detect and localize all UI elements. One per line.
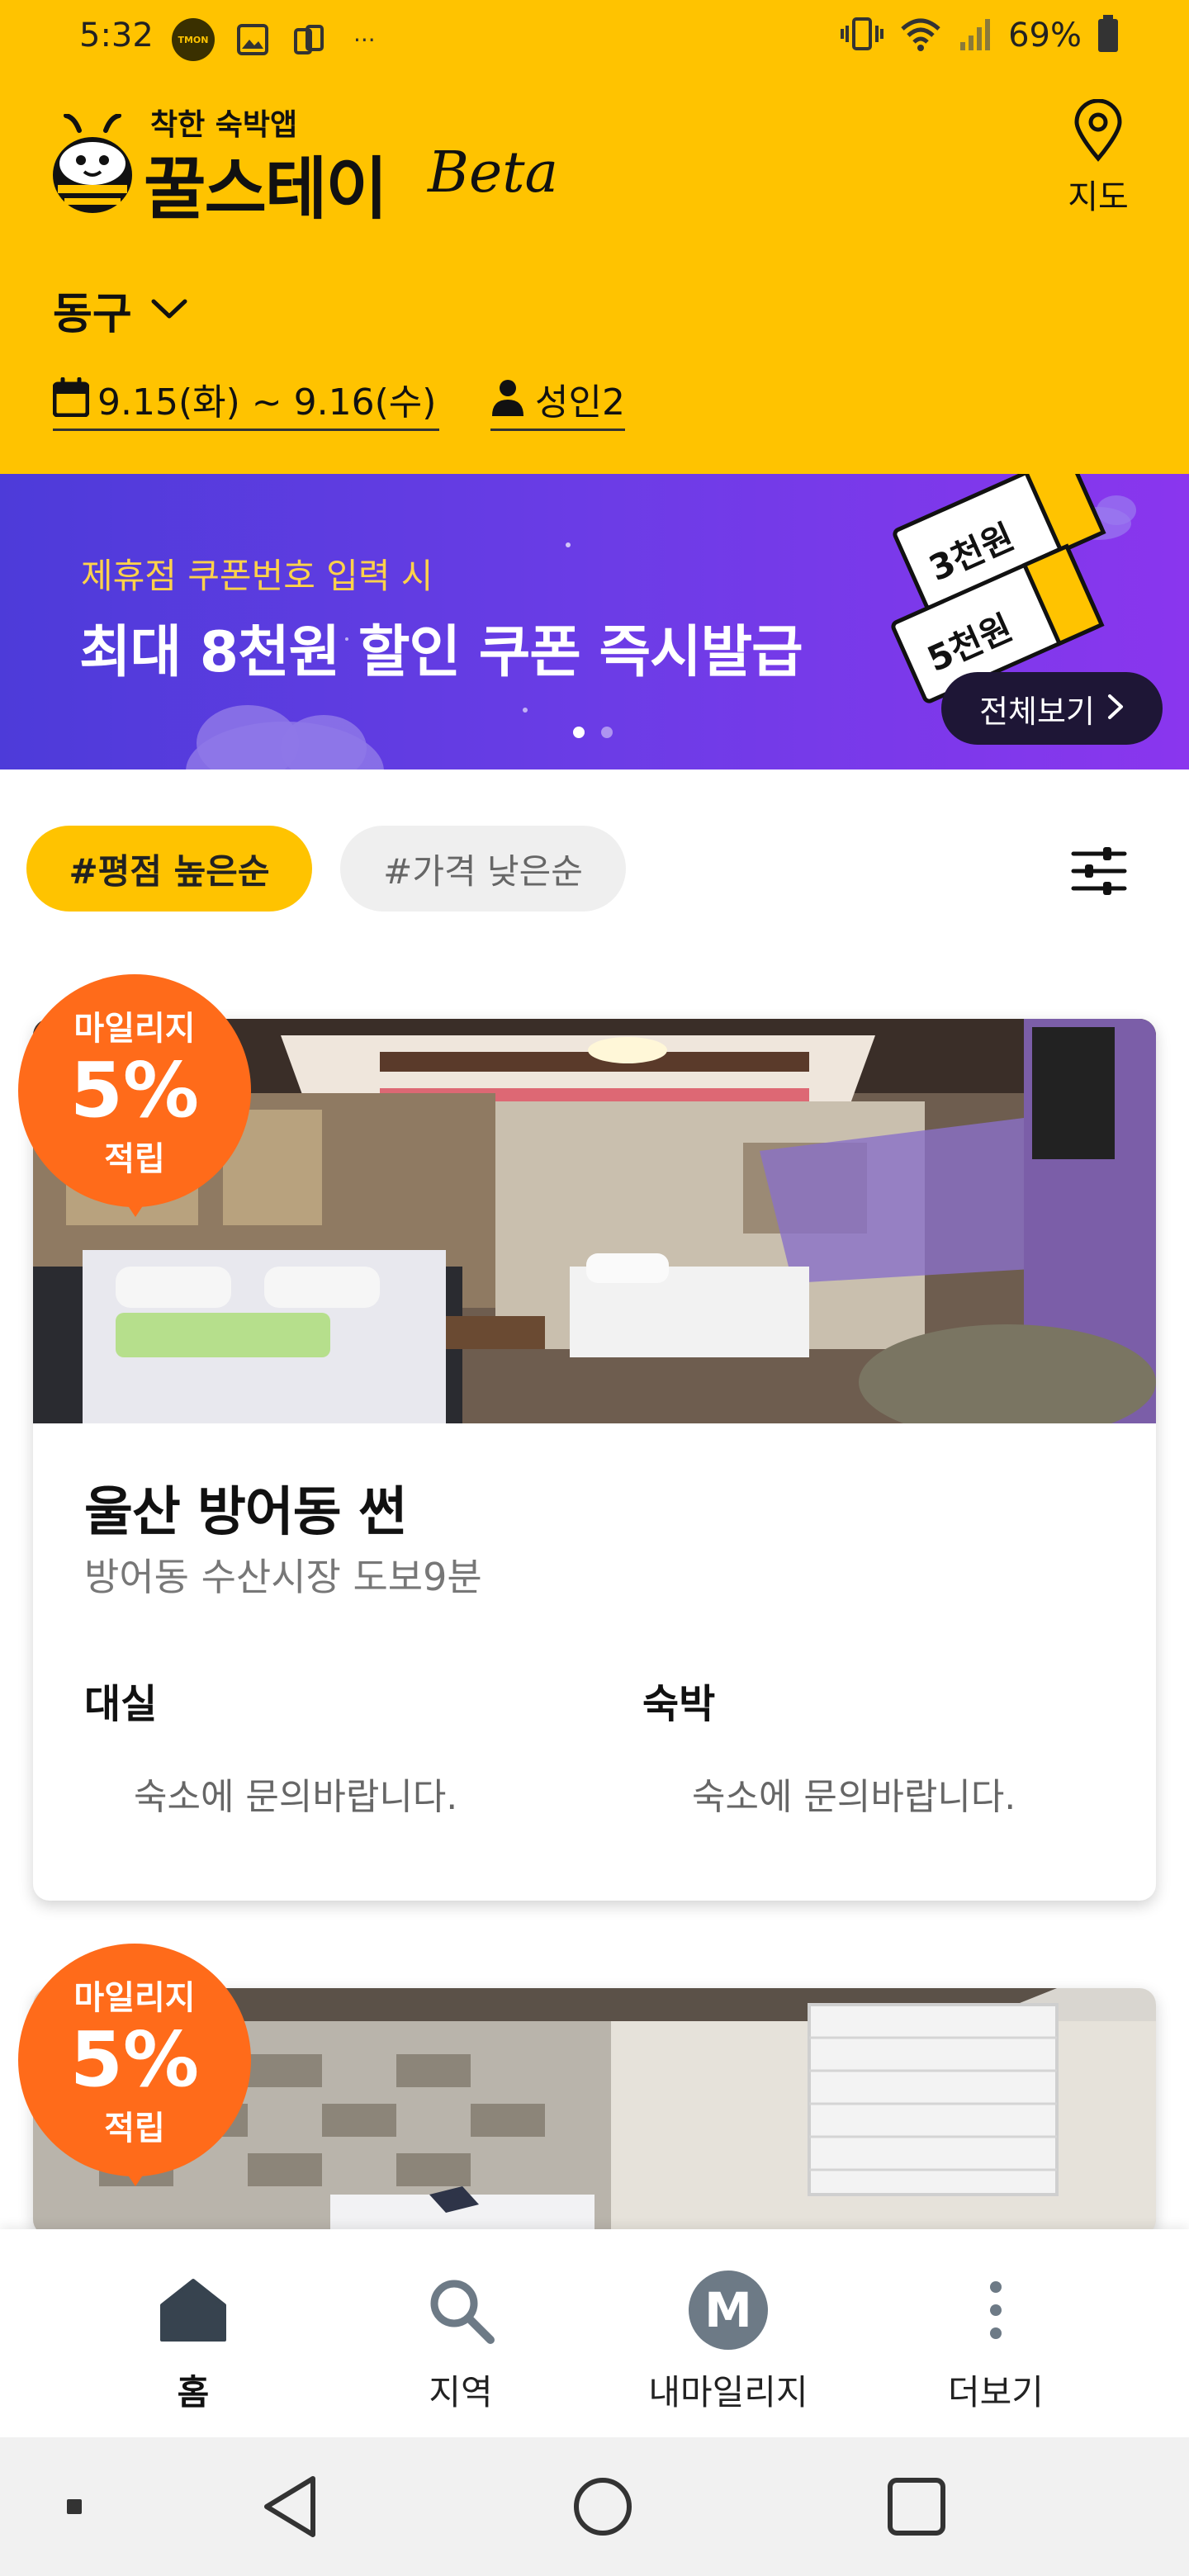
banner-title: 최대 8천원 할인 쿠폰 즉시발급 bbox=[79, 620, 803, 685]
mileage-badge-caption: 적립 bbox=[104, 1140, 165, 1178]
gallery-notification-icon bbox=[234, 21, 271, 58]
pagination-dot-active[interactable] bbox=[573, 727, 585, 738]
search-icon bbox=[419, 2269, 502, 2351]
sliders-icon bbox=[1070, 847, 1128, 903]
more-notifications-icon: ··· bbox=[353, 26, 376, 54]
sort-chip-rating[interactable]: #평점 높은순 bbox=[26, 826, 312, 912]
banner-pagination bbox=[573, 727, 613, 738]
battery-percent: 69% bbox=[1008, 17, 1082, 54]
view-all-label: 전체보기 bbox=[979, 693, 1095, 730]
nav-region[interactable]: 지역 bbox=[329, 2229, 593, 2437]
nav-more[interactable]: 더보기 bbox=[864, 2229, 1128, 2437]
mileage-badge: 마일리지 5% 적립 bbox=[18, 974, 251, 1222]
signal-icon bbox=[957, 16, 993, 55]
mileage-icon: M bbox=[687, 2269, 770, 2351]
mileage-badge-circle: 마일리지 5% 적립 bbox=[18, 1944, 251, 2176]
system-navigation-bar bbox=[0, 2437, 1189, 2576]
region-selector[interactable]: 동구 bbox=[53, 279, 188, 341]
header: 5:32 TMON ··· 69% 착한 숙박앱 꿀스테이 Beta 지도 동구… bbox=[0, 0, 1189, 474]
device-notification-icon bbox=[291, 21, 327, 58]
price-overnight: 숙박 숙소에 문의바랍니다. bbox=[642, 1671, 1154, 1820]
calendar-icon bbox=[52, 376, 90, 420]
nav-home-label: 홈 bbox=[177, 2372, 210, 2413]
listing-name: 울산 방어동 썬 bbox=[84, 1482, 407, 1543]
status-notification-icons: TMON ··· bbox=[172, 18, 376, 61]
tmon-notification-icon: TMON bbox=[172, 18, 215, 61]
home-icon bbox=[152, 2269, 234, 2351]
nav-region-label: 지역 bbox=[429, 2372, 493, 2413]
system-recents-dot-icon[interactable] bbox=[58, 2437, 91, 2576]
brand-beta: Beta bbox=[428, 140, 559, 206]
guest-count-text: 성인2 bbox=[535, 381, 625, 424]
wifi-icon bbox=[899, 16, 942, 55]
date-range-text: 9.15(화) ~ 9.16(수) bbox=[97, 381, 437, 424]
price-dayuse: 대실 숙소에 문의바랍니다. bbox=[84, 1671, 596, 1820]
system-back-icon[interactable] bbox=[248, 2437, 330, 2576]
map-label: 지도 bbox=[1068, 178, 1129, 216]
guest-count-button[interactable]: 성인2 bbox=[490, 368, 625, 431]
mileage-badge-circle: 마일리지 5% 적립 bbox=[18, 974, 251, 1207]
mileage-badge: 마일리지 5% 적립 bbox=[18, 1944, 251, 2191]
status-system-icons: 69% bbox=[840, 15, 1120, 56]
status-bar: 5:32 TMON ··· 69% bbox=[0, 0, 1189, 79]
listing-description: 방어동 수산시장 도보9분 bbox=[84, 1555, 482, 1599]
pagination-dot[interactable] bbox=[601, 727, 613, 738]
price-type-label: 숙박 bbox=[642, 1681, 716, 1727]
person-icon bbox=[490, 378, 525, 419]
mileage-badge-title: 마일리지 bbox=[73, 1979, 196, 2017]
sort-filter-row: #평점 높은순 #가격 낮은순 bbox=[0, 826, 1189, 916]
vibrate-icon bbox=[840, 16, 884, 55]
chevron-down-icon bbox=[150, 296, 188, 324]
sort-chip-price[interactable]: #가격 낮은순 bbox=[340, 826, 626, 912]
mileage-badge-caption: 적립 bbox=[104, 2110, 165, 2147]
system-home-icon[interactable] bbox=[561, 2437, 644, 2576]
price-note: 숙소에 문의바랍니다. bbox=[134, 1776, 458, 1818]
mileage-badge-percent: 5% bbox=[69, 2015, 200, 2104]
mileage-icon-glyph: M bbox=[704, 2282, 752, 2338]
price-type-label: 대실 bbox=[84, 1681, 158, 1727]
mileage-badge-title: 마일리지 bbox=[73, 1010, 196, 1048]
more-vertical-icon bbox=[955, 2269, 1037, 2351]
promo-banner[interactable]: 3천원 5천원 제휴점 쿠폰번호 입력 시 최대 8천원 할인 쿠폰 즉시발급 … bbox=[0, 474, 1189, 769]
brand-logo: 착한 숙박앱 꿀스테이 Beta bbox=[50, 99, 578, 231]
status-time: 5:32 bbox=[79, 17, 154, 54]
region-label: 동구 bbox=[53, 290, 132, 339]
chevron-right-icon bbox=[1106, 693, 1125, 724]
price-note: 숙소에 문의바랍니다. bbox=[692, 1776, 1016, 1818]
system-overview-icon[interactable] bbox=[875, 2437, 958, 2576]
nav-my-mileage[interactable]: M 내마일리지 bbox=[596, 2229, 860, 2437]
bottom-navigation: 홈 지역 M 내마일리지 더보기 bbox=[0, 2229, 1189, 2437]
map-button[interactable]: 지도 bbox=[1057, 98, 1139, 216]
nav-my-mileage-label: 내마일리지 bbox=[648, 2372, 808, 2413]
nav-more-label: 더보기 bbox=[948, 2372, 1044, 2413]
date-range-button[interactable]: 9.15(화) ~ 9.16(수) bbox=[52, 368, 440, 431]
filter-settings-button[interactable] bbox=[1070, 842, 1128, 900]
mileage-badge-percent: 5% bbox=[69, 1046, 200, 1134]
map-pin-icon bbox=[1072, 98, 1125, 165]
battery-icon bbox=[1097, 15, 1120, 56]
view-all-button[interactable]: 전체보기 bbox=[941, 672, 1163, 745]
banner-subtitle: 제휴점 쿠폰번호 입력 시 bbox=[81, 556, 433, 596]
bee-logo-icon bbox=[50, 113, 135, 221]
brand-name: 꿀스테이 bbox=[144, 150, 388, 229]
nav-home[interactable]: 홈 bbox=[61, 2229, 325, 2437]
